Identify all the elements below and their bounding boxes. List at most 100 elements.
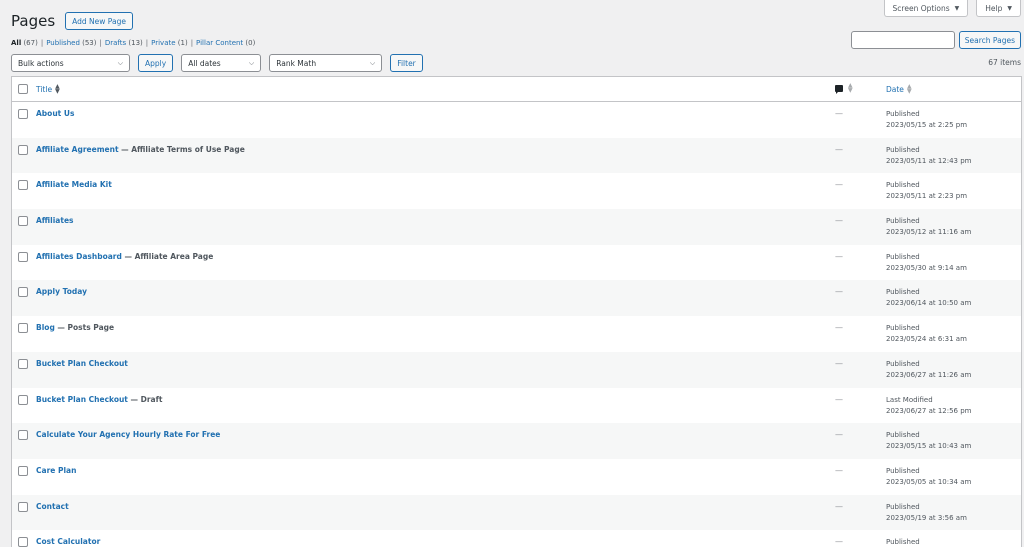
- page-header: Pages Add New Page: [11, 12, 133, 30]
- comments-column-header[interactable]: ▲ ▼: [835, 83, 853, 94]
- sort-icon: ▲ ▼: [55, 83, 60, 95]
- row-checkbox[interactable]: [18, 109, 28, 119]
- date-status: Published: [886, 502, 920, 511]
- date-status: Published: [886, 252, 920, 261]
- page-title-link[interactable]: Contact: [36, 502, 69, 511]
- post-state: — Affiliate Terms of Use Page: [118, 144, 245, 154]
- view-published[interactable]: Published (53): [46, 39, 96, 47]
- date-value: 2023/06/27 at 12:56 pm: [886, 406, 972, 415]
- sort-icon: ▲ ▼: [906, 83, 912, 95]
- date-value: 2023/05/15 at 10:43 am: [886, 442, 972, 451]
- page-title-link[interactable]: Affiliate Agreement: [36, 145, 119, 154]
- view-private[interactable]: Private (1): [151, 39, 188, 47]
- select-all-checkbox[interactable]: [18, 84, 28, 94]
- bulk-actions-select[interactable]: Bulk actions ⌵: [11, 54, 130, 72]
- table-row: Blog — Posts Page — Published 2023/05/24 at…: [12, 316, 1021, 352]
- title-column-header[interactable]: Title ▲ ▼: [36, 83, 60, 95]
- screen-options-label: Screen Options: [892, 3, 950, 13]
- rank-math-select[interactable]: Rank Math ⌵: [269, 54, 383, 72]
- row-date: Published 2023/05/11 at 12:43 pm: [886, 145, 972, 167]
- row-title: Bucket Plan Checkout: [36, 359, 128, 368]
- comment-count: —: [835, 358, 843, 368]
- date-value: 2023/05/11 at 12:43 pm: [886, 156, 972, 165]
- date-filter-select[interactable]: All dates ⌵: [181, 54, 262, 72]
- date-status: Last Modified: [886, 395, 933, 404]
- row-checkbox[interactable]: [18, 358, 28, 369]
- date-status: Published: [886, 466, 920, 475]
- row-checkbox[interactable]: [18, 323, 28, 334]
- row-date: Published 2023/05/11 at 2:23 pm: [886, 180, 967, 202]
- date-value: 2023/06/14 at 10:50 am: [886, 299, 972, 308]
- row-checkbox[interactable]: [18, 144, 28, 155]
- row-title: Affiliates Dashboard — Affiliate Area Pa…: [36, 252, 213, 261]
- comment-count: —: [835, 465, 843, 475]
- row-title: Blog — Posts Page: [36, 323, 114, 332]
- comment-count: —: [835, 430, 843, 440]
- date-status: Published: [886, 288, 920, 297]
- row-date: Published: [886, 537, 920, 547]
- table-row: About Us — Published 2023/05/15 at 2:25 pm: [12, 102, 1021, 138]
- row-date: Published 2023/05/12 at 11:16 am: [886, 216, 971, 238]
- date-column-header[interactable]: Date ▲ ▼: [886, 83, 912, 95]
- row-checkbox[interactable]: [18, 180, 28, 191]
- screen-options-button[interactable]: Screen Options ▼: [883, 0, 969, 17]
- row-title: Affiliate Media Kit: [36, 180, 112, 189]
- view-drafts[interactable]: Drafts (13): [105, 39, 143, 47]
- help-label: Help: [985, 3, 1003, 13]
- page-title-link[interactable]: Bucket Plan Checkout: [36, 359, 128, 368]
- row-title: Calculate Your Agency Hourly Rate For Fr…: [36, 430, 220, 439]
- date-status: Published: [886, 110, 920, 118]
- comment-count: —: [835, 394, 843, 404]
- page-title-link[interactable]: Apply Today: [36, 287, 87, 296]
- row-checkbox[interactable]: [18, 501, 28, 512]
- comment-count: —: [835, 323, 843, 333]
- view-filters: All (67) | Published (53) | Drafts (13) | P…: [11, 39, 256, 47]
- page-title-link[interactable]: Bucket Plan Checkout: [36, 395, 128, 404]
- date-value: 2023/05/11 at 2:23 pm: [886, 192, 968, 201]
- row-checkbox[interactable]: [18, 537, 28, 547]
- table-row: Affiliate Agreement — Affiliate Terms of…: [12, 137, 1021, 174]
- table-row: Calculate Your Agency Hourly Rate For Fr…: [12, 423, 1021, 459]
- view-pillar-content[interactable]: Pillar Content (0): [196, 39, 255, 47]
- row-checkbox[interactable]: [18, 430, 28, 441]
- apply-button[interactable]: Apply: [138, 54, 174, 72]
- table-row: Contact — Published 2023/05/19 at 3:56 am: [12, 494, 1021, 531]
- page-title-link[interactable]: Affiliates: [36, 216, 74, 225]
- row-date: Published 2023/05/15 at 10:43 am: [886, 430, 971, 452]
- page-title-link[interactable]: Affiliate Media Kit: [36, 180, 112, 189]
- row-title: Cost Calculator: [36, 537, 100, 546]
- date-value: 2023/05/24 at 6:31 am: [886, 335, 967, 344]
- page-title-link[interactable]: Blog: [36, 323, 55, 332]
- filter-button[interactable]: Filter: [390, 54, 423, 72]
- post-state: — Draft: [127, 394, 163, 404]
- page-title-link[interactable]: Care Plan: [36, 466, 76, 475]
- page-title-link[interactable]: Affiliates Dashboard: [36, 252, 122, 261]
- search-input[interactable]: [850, 31, 955, 49]
- row-date: Published 2023/05/24 at 6:31 am: [886, 323, 967, 345]
- date-status: Published: [886, 217, 920, 226]
- caret-down-icon: ▼: [1007, 4, 1012, 12]
- date-status: Published: [886, 145, 920, 154]
- comment-count: —: [835, 537, 843, 547]
- row-checkbox[interactable]: [18, 251, 28, 262]
- items-count: 67 items: [988, 58, 1021, 67]
- row-checkbox[interactable]: [18, 216, 28, 227]
- caret-down-icon: ▼: [954, 4, 960, 12]
- table-row: Affiliates Dashboard — Affiliate Area Pa…: [12, 245, 1021, 281]
- search-pages-button[interactable]: Search Pages: [958, 31, 1021, 49]
- page-title-link[interactable]: Cost Calculator: [36, 537, 100, 546]
- row-title: Contact: [36, 502, 69, 511]
- comment-count: —: [835, 287, 843, 297]
- row-checkbox[interactable]: [18, 394, 28, 405]
- page-title-link[interactable]: About Us: [36, 109, 74, 118]
- page-title-link[interactable]: Calculate Your Agency Hourly Rate For Fr…: [36, 430, 220, 439]
- help-button[interactable]: Help ▼: [976, 0, 1021, 17]
- table-row: Apply Today — Published 2023/06/14 at 10:50…: [12, 280, 1021, 317]
- date-value: 2023/05/12 at 11:16 am: [886, 228, 972, 237]
- add-new-page-button[interactable]: Add New Page: [65, 12, 133, 30]
- view-all[interactable]: All (67): [11, 39, 38, 47]
- row-checkbox[interactable]: [18, 287, 28, 298]
- row-title: About Us: [36, 109, 74, 118]
- date-status: Published: [886, 324, 920, 333]
- row-checkbox[interactable]: [18, 465, 28, 476]
